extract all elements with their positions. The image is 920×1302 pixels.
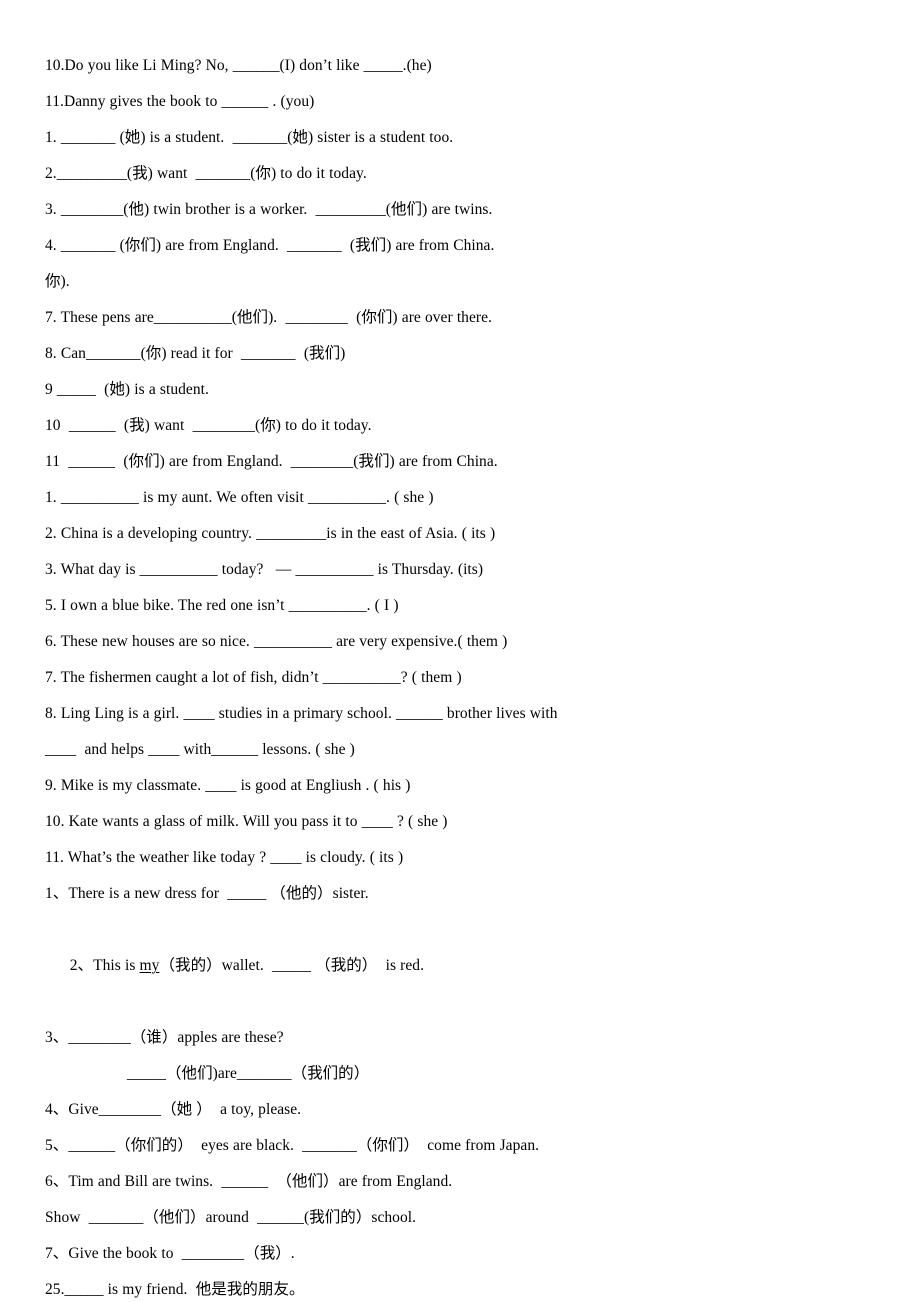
exercise-line-fragment: 你). [45, 273, 70, 290]
underlined-word: my [139, 957, 160, 974]
exercise-line-continuation: Show _______（他们）around ______(我们的）school… [45, 1209, 417, 1226]
document-page: 10.Do you like Li Ming? No, ______(I) do… [0, 0, 920, 1302]
exercise-line: 2. China is a developing country. ______… [45, 525, 496, 542]
exercise-line: 7. The fishermen caught a lot of fish, d… [45, 669, 462, 686]
exercise-line: 6. These new houses are so nice. _______… [45, 633, 508, 650]
worksheet-body: 10.Do you like Li Ming? No, ______(I) do… [45, 48, 860, 1302]
line-text-after: （我的）wallet. _____ （我的） is red. [159, 957, 425, 974]
exercise-line: 9. Mike is my classmate. ____ is good at… [45, 777, 411, 794]
exercise-line: 3. ________(他) twin brother is a worker.… [45, 201, 493, 218]
exercise-line: 3. What day is __________ today? — _____… [45, 561, 484, 578]
exercise-line: 1、There is a new dress for _____ （他的）sis… [45, 885, 369, 902]
exercise-line: 10.Do you like Li Ming? No, ______(I) do… [45, 57, 432, 74]
exercise-line: 11 ______ (你们) are from England. _______… [45, 453, 498, 470]
exercise-line: 11.Danny gives the book to ______ . (you… [45, 93, 315, 110]
exercise-line-continuation: ____ and helps ____ with______ lessons. … [45, 741, 355, 758]
exercise-line: 8. Can_______(你) read it for _______ (我们… [45, 345, 346, 362]
exercise-line: 6、Tim and Bill are twins. ______ （他们）are… [45, 1173, 453, 1190]
exercise-line: 3、________（谁）apples are these? [45, 1029, 284, 1046]
exercise-line: 25._____ is my friend. 他是我的朋友。 [45, 1281, 305, 1298]
exercise-line: 8. Ling Ling is a girl. ____ studies in … [45, 705, 558, 722]
exercise-line: 1. __________ is my aunt. We often visit… [45, 489, 434, 506]
exercise-line-continuation: _____（他们)are_______（我们的） [127, 1065, 370, 1082]
exercise-line: 7、Give the book to ________（我）. [45, 1245, 295, 1262]
exercise-line: 7. These pens are__________(他们). _______… [45, 309, 492, 326]
exercise-line: 4、Give________（她 ） a toy, please. [45, 1101, 302, 1118]
exercise-line: 5. I own a blue bike. The red one isn’t … [45, 597, 399, 614]
exercise-line: 2、This is my（我的）wallet. _____ （我的） is re… [45, 912, 860, 1020]
exercise-line: 10 ______ (我) want ________(你) to do it … [45, 417, 372, 434]
line-text-before: 2、This is [69, 957, 140, 974]
exercise-line: 4. _______ (你们) are from England. ______… [45, 237, 495, 254]
exercise-line: 9 _____ (她) is a student. [45, 381, 209, 398]
exercise-line: 2._________(我) want _______(你) to do it … [45, 165, 367, 182]
exercise-line: 1. _______ (她) is a student. _______(她) … [45, 129, 454, 146]
exercise-line: 11. What’s the weather like today ? ____… [45, 849, 404, 866]
exercise-line: 5、______（你们的） eyes are black. _______（你们… [45, 1137, 540, 1154]
exercise-line: 10. Kate wants a glass of milk. Will you… [45, 813, 448, 830]
